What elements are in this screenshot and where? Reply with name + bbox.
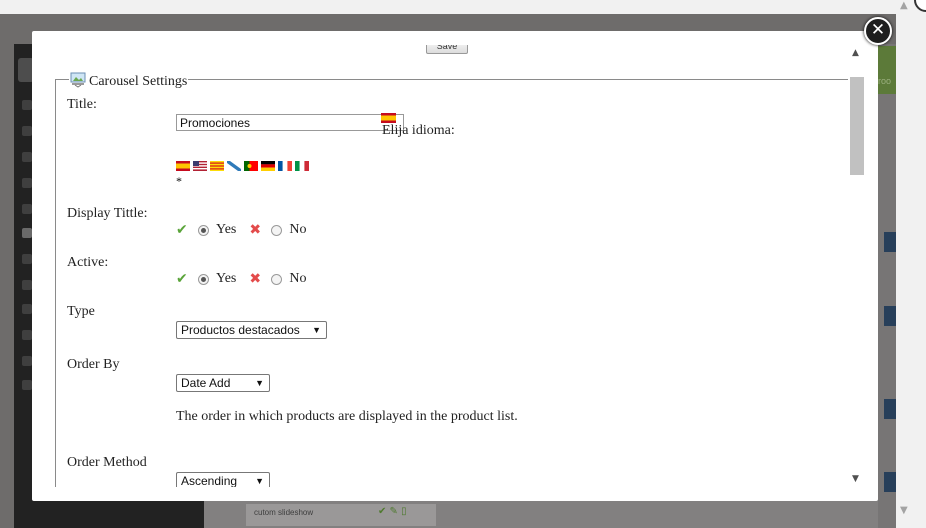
type-select-value: Productos destacados — [181, 323, 300, 337]
chevron-down-icon: ▼ — [255, 476, 264, 486]
active-no-radio[interactable] — [271, 273, 283, 285]
es-flag-icon[interactable] — [381, 113, 396, 123]
de-flag-icon[interactable] — [261, 161, 275, 171]
carousel-icon — [70, 72, 86, 88]
background-item-icons: ✔ ✎ ▯ — [378, 506, 407, 517]
type-select[interactable]: Productos destacados ▼ — [176, 321, 327, 339]
it-flag-icon[interactable] — [295, 161, 309, 171]
check-icon: ✔ — [176, 271, 188, 287]
pt-flag-icon[interactable] — [244, 161, 258, 171]
background-list-item: cutom slideshow — [246, 504, 436, 526]
page-scroll-down-icon[interactable]: ▼ — [900, 505, 908, 516]
order-by-label: Order By — [67, 357, 120, 372]
background-blue-tab — [884, 399, 896, 419]
type-label: Type — [67, 304, 95, 319]
page-scroll-up-icon[interactable]: ▲ — [900, 0, 908, 11]
sidebar-icon — [22, 228, 32, 238]
language-label: Elija idioma: — [382, 123, 455, 138]
background-green-button: roo — [878, 46, 896, 94]
order-method-select[interactable]: Ascending ▼ — [176, 472, 270, 487]
sidebar-icon — [22, 280, 32, 290]
chevron-down-icon: ▼ — [312, 325, 321, 335]
sidebar-icon — [22, 330, 32, 340]
background-blue-tab — [884, 232, 896, 252]
active-yes-label[interactable]: Yes — [216, 271, 236, 287]
language-flags — [176, 161, 309, 171]
order-by-help-text: The order in which products are displaye… — [176, 409, 518, 424]
sidebar-icon — [22, 304, 32, 314]
es-flag-icon[interactable] — [176, 161, 190, 171]
display-title-no-radio[interactable] — [271, 224, 283, 236]
save-button[interactable]: Save — [426, 45, 468, 54]
us-flag-icon[interactable] — [193, 161, 207, 171]
chevron-down-icon: ▼ — [255, 378, 264, 388]
sidebar-icon — [22, 178, 32, 188]
background-right-strip — [878, 44, 896, 528]
modal-scrollbar-thumb[interactable] — [850, 77, 864, 175]
cross-icon: ✖ — [249, 271, 262, 287]
sidebar-icon — [22, 204, 32, 214]
active-radio-group: ✔ Yes ✖ No — [176, 271, 307, 287]
order-by-select-value: Date Add — [181, 376, 231, 390]
sidebar-icon — [22, 254, 32, 264]
sidebar-icon — [22, 126, 32, 136]
active-yes-radio[interactable] — [198, 273, 209, 285]
title-label: Title: — [67, 97, 97, 112]
ca-flag-icon[interactable] — [210, 161, 224, 171]
cross-icon: ✖ — [249, 222, 262, 238]
display-title-label: Display Tittle: — [67, 206, 148, 221]
modal-scroll-down-icon[interactable]: ▼ — [852, 474, 859, 484]
section-title: Carousel Settings — [89, 74, 188, 89]
display-title-yes-radio[interactable] — [198, 224, 209, 236]
sidebar-icon — [22, 356, 32, 366]
sidebar-icon — [22, 100, 32, 110]
title-input[interactable]: Promociones — [176, 114, 404, 131]
close-modal-button[interactable]: ✕ — [864, 17, 892, 45]
sidebar-icon — [22, 380, 32, 390]
order-method-label: Order Method — [67, 455, 147, 470]
background-blue-tab — [884, 472, 896, 492]
sidebar-icon — [22, 152, 32, 162]
check-icon: ✔ — [176, 222, 188, 238]
background-page-top — [0, 0, 926, 14]
carousel-settings-modal: Save Carousel Settings Title: Promocione… — [32, 31, 878, 501]
carousel-settings-fieldset — [55, 79, 848, 487]
display-title-yes-label[interactable]: Yes — [216, 222, 236, 238]
display-title-no-label[interactable]: No — [289, 222, 306, 238]
display-title-radio-group: ✔ Yes ✖ No — [176, 222, 307, 238]
required-mark: * — [176, 174, 182, 188]
modal-content: Save Carousel Settings Title: Promocione… — [46, 45, 878, 487]
fr-flag-icon[interactable] — [278, 161, 292, 171]
background-blue-tab — [884, 306, 896, 326]
gl-flag-icon[interactable] — [227, 161, 241, 171]
order-method-select-value: Ascending — [181, 474, 238, 487]
active-label: Active: — [67, 255, 109, 270]
order-by-select[interactable]: Date Add ▼ — [176, 374, 270, 392]
section-legend: Carousel Settings — [69, 70, 189, 90]
active-no-label[interactable]: No — [289, 271, 306, 287]
page-scrollbar[interactable] — [896, 0, 926, 528]
modal-scroll-up-icon[interactable]: ▲ — [852, 48, 859, 58]
